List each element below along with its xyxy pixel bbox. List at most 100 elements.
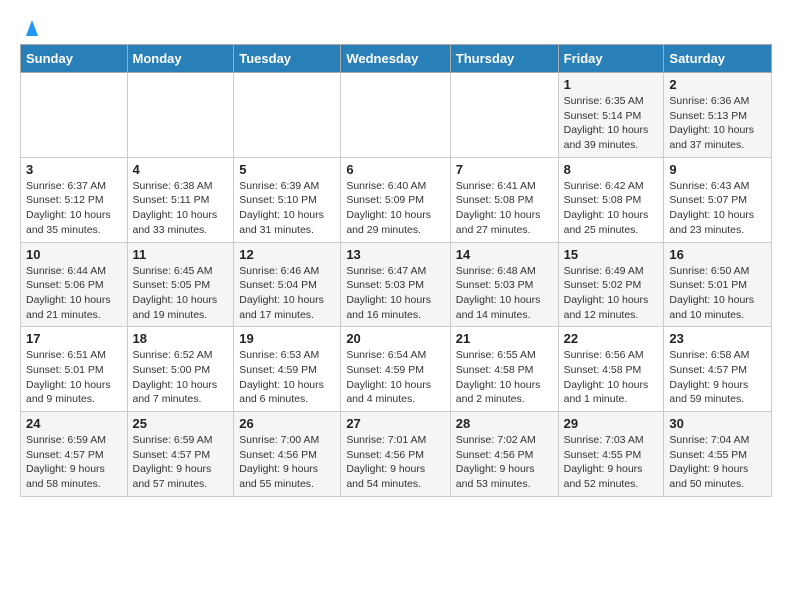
logo — [20, 20, 42, 34]
calendar-cell: 29Sunrise: 7:03 AM Sunset: 4:55 PM Dayli… — [558, 412, 664, 497]
cell-details: Sunrise: 6:38 AM Sunset: 5:11 PM Dayligh… — [133, 179, 229, 238]
week-row-1: 1Sunrise: 6:35 AM Sunset: 5:14 PM Daylig… — [21, 73, 772, 158]
calendar-cell: 7 Sunrise: 6:41 AM Sunset: 5:08 PM Daylig… — [450, 157, 558, 242]
day-number: 16 — [669, 247, 766, 262]
day-number: 3 — [26, 162, 122, 177]
day-number: 19 — [239, 331, 335, 346]
week-row-4: 17 Sunrise: 6:51 AM Sunset: 5:01 PM Dayli… — [21, 327, 772, 412]
day-number: 14 — [456, 247, 553, 262]
day-number: 7 — [456, 162, 553, 177]
calendar-cell: 15 Sunrise: 6:49 AM Sunset: 5:02 PM Dayli… — [558, 242, 664, 327]
day-number: 15 — [564, 247, 659, 262]
calendar-cell: 30 Sunrise: 7:04 AM Sunset: 4:55 PM Dayli… — [664, 412, 772, 497]
calendar-cell: 26 Sunrise: 7:00 AM Sunset: 4:56 PM Dayli… — [234, 412, 341, 497]
day-number: 28 — [456, 416, 553, 431]
cell-details: Sunrise: 6:59 AM Sunset: 4:57 PM Dayligh… — [26, 433, 122, 492]
calendar-cell: 9Sunrise: 6:43 AM Sunset: 5:07 PM Daylig… — [664, 157, 772, 242]
calendar-cell: 21 Sunrise: 6:55 AM Sunset: 4:58 PM Dayli… — [450, 327, 558, 412]
day-number: 2 — [669, 77, 766, 92]
day-number: 4 — [133, 162, 229, 177]
cell-details: Sunrise: 6:55 AM Sunset: 4:58 PM Dayligh… — [456, 348, 553, 407]
week-row-3: 10 Sunrise: 6:44 AM Sunset: 5:06 PM Dayli… — [21, 242, 772, 327]
calendar-cell: 6 Sunrise: 6:40 AM Sunset: 5:09 PM Daylig… — [341, 157, 450, 242]
calendar-cell: 28 Sunrise: 7:02 AM Sunset: 4:56 PM Dayli… — [450, 412, 558, 497]
column-header-sunday: Sunday — [21, 45, 128, 73]
page-header — [20, 20, 772, 34]
cell-details: Sunrise: 6:35 AM Sunset: 5:14 PM Dayligh… — [564, 94, 659, 153]
day-number: 30 — [669, 416, 766, 431]
cell-details: Sunrise: 6:56 AM Sunset: 4:58 PM Dayligh… — [564, 348, 659, 407]
calendar-cell: 11 Sunrise: 6:45 AM Sunset: 5:05 PM Dayli… — [127, 242, 234, 327]
calendar-cell: 10 Sunrise: 6:44 AM Sunset: 5:06 PM Dayli… — [21, 242, 128, 327]
cell-details: Sunrise: 7:03 AM Sunset: 4:55 PM Dayligh… — [564, 433, 659, 492]
calendar-cell: 22 Sunrise: 6:56 AM Sunset: 4:58 PM Dayli… — [558, 327, 664, 412]
calendar-cell: 2 Sunrise: 6:36 AM Sunset: 5:13 PM Daylig… — [664, 73, 772, 158]
cell-details: Sunrise: 6:48 AM Sunset: 5:03 PM Dayligh… — [456, 264, 553, 323]
day-number: 8 — [564, 162, 659, 177]
day-number: 21 — [456, 331, 553, 346]
week-row-5: 24 Sunrise: 6:59 AM Sunset: 4:57 PM Dayli… — [21, 412, 772, 497]
logo-icon — [22, 18, 42, 38]
cell-details: Sunrise: 6:54 AM Sunset: 4:59 PM Dayligh… — [346, 348, 444, 407]
column-header-thursday: Thursday — [450, 45, 558, 73]
day-number: 18 — [133, 331, 229, 346]
calendar-cell: 14 Sunrise: 6:48 AM Sunset: 5:03 PM Dayli… — [450, 242, 558, 327]
week-row-2: 3 Sunrise: 6:37 AM Sunset: 5:12 PM Daylig… — [21, 157, 772, 242]
cell-details: Sunrise: 6:39 AM Sunset: 5:10 PM Dayligh… — [239, 179, 335, 238]
cell-details: Sunrise: 6:47 AM Sunset: 5:03 PM Dayligh… — [346, 264, 444, 323]
calendar-cell: 16 Sunrise: 6:50 AM Sunset: 5:01 PM Dayli… — [664, 242, 772, 327]
cell-details: Sunrise: 7:00 AM Sunset: 4:56 PM Dayligh… — [239, 433, 335, 492]
day-number: 26 — [239, 416, 335, 431]
calendar-cell — [21, 73, 128, 158]
cell-details: Sunrise: 6:44 AM Sunset: 5:06 PM Dayligh… — [26, 264, 122, 323]
calendar-cell: 24 Sunrise: 6:59 AM Sunset: 4:57 PM Dayli… — [21, 412, 128, 497]
day-number: 10 — [26, 247, 122, 262]
cell-details: Sunrise: 6:49 AM Sunset: 5:02 PM Dayligh… — [564, 264, 659, 323]
cell-details: Sunrise: 6:41 AM Sunset: 5:08 PM Dayligh… — [456, 179, 553, 238]
calendar-cell: 19Sunrise: 6:53 AM Sunset: 4:59 PM Dayli… — [234, 327, 341, 412]
cell-details: Sunrise: 6:37 AM Sunset: 5:12 PM Dayligh… — [26, 179, 122, 238]
calendar-cell: 4 Sunrise: 6:38 AM Sunset: 5:11 PM Daylig… — [127, 157, 234, 242]
calendar-cell — [234, 73, 341, 158]
day-number: 13 — [346, 247, 444, 262]
cell-details: Sunrise: 6:45 AM Sunset: 5:05 PM Dayligh… — [133, 264, 229, 323]
calendar-cell: 18Sunrise: 6:52 AM Sunset: 5:00 PM Dayli… — [127, 327, 234, 412]
day-number: 6 — [346, 162, 444, 177]
cell-details: Sunrise: 6:58 AM Sunset: 4:57 PM Dayligh… — [669, 348, 766, 407]
calendar-cell: 13 Sunrise: 6:47 AM Sunset: 5:03 PM Dayli… — [341, 242, 450, 327]
calendar-cell — [341, 73, 450, 158]
day-number: 22 — [564, 331, 659, 346]
day-number: 17 — [26, 331, 122, 346]
cell-details: Sunrise: 6:51 AM Sunset: 5:01 PM Dayligh… — [26, 348, 122, 407]
day-number: 23 — [669, 331, 766, 346]
cell-details: Sunrise: 6:40 AM Sunset: 5:09 PM Dayligh… — [346, 179, 444, 238]
calendar-cell: 20 Sunrise: 6:54 AM Sunset: 4:59 PM Dayli… — [341, 327, 450, 412]
cell-details: Sunrise: 7:04 AM Sunset: 4:55 PM Dayligh… — [669, 433, 766, 492]
header-row: SundayMondayTuesdayWednesdayThursdayFrid… — [21, 45, 772, 73]
cell-details: Sunrise: 6:36 AM Sunset: 5:13 PM Dayligh… — [669, 94, 766, 153]
cell-details: Sunrise: 6:50 AM Sunset: 5:01 PM Dayligh… — [669, 264, 766, 323]
column-header-wednesday: Wednesday — [341, 45, 450, 73]
day-number: 5 — [239, 162, 335, 177]
cell-details: Sunrise: 7:02 AM Sunset: 4:56 PM Dayligh… — [456, 433, 553, 492]
calendar-cell: 17 Sunrise: 6:51 AM Sunset: 5:01 PM Dayli… — [21, 327, 128, 412]
calendar-cell — [127, 73, 234, 158]
day-number: 27 — [346, 416, 444, 431]
day-number: 20 — [346, 331, 444, 346]
cell-details: Sunrise: 6:43 AM Sunset: 5:07 PM Dayligh… — [669, 179, 766, 238]
column-header-friday: Friday — [558, 45, 664, 73]
calendar-cell: 3 Sunrise: 6:37 AM Sunset: 5:12 PM Daylig… — [21, 157, 128, 242]
day-number: 24 — [26, 416, 122, 431]
day-number: 12 — [239, 247, 335, 262]
calendar-cell: 5 Sunrise: 6:39 AM Sunset: 5:10 PM Daylig… — [234, 157, 341, 242]
calendar-table: SundayMondayTuesdayWednesdayThursdayFrid… — [20, 44, 772, 497]
cell-details: Sunrise: 6:59 AM Sunset: 4:57 PM Dayligh… — [133, 433, 229, 492]
calendar-cell: 23 Sunrise: 6:58 AM Sunset: 4:57 PM Dayli… — [664, 327, 772, 412]
day-number: 11 — [133, 247, 229, 262]
calendar-cell: 12Sunrise: 6:46 AM Sunset: 5:04 PM Dayli… — [234, 242, 341, 327]
calendar-cell: 8Sunrise: 6:42 AM Sunset: 5:08 PM Daylig… — [558, 157, 664, 242]
column-header-tuesday: Tuesday — [234, 45, 341, 73]
cell-details: Sunrise: 7:01 AM Sunset: 4:56 PM Dayligh… — [346, 433, 444, 492]
column-header-saturday: Saturday — [664, 45, 772, 73]
calendar-cell: 27 Sunrise: 7:01 AM Sunset: 4:56 PM Dayli… — [341, 412, 450, 497]
